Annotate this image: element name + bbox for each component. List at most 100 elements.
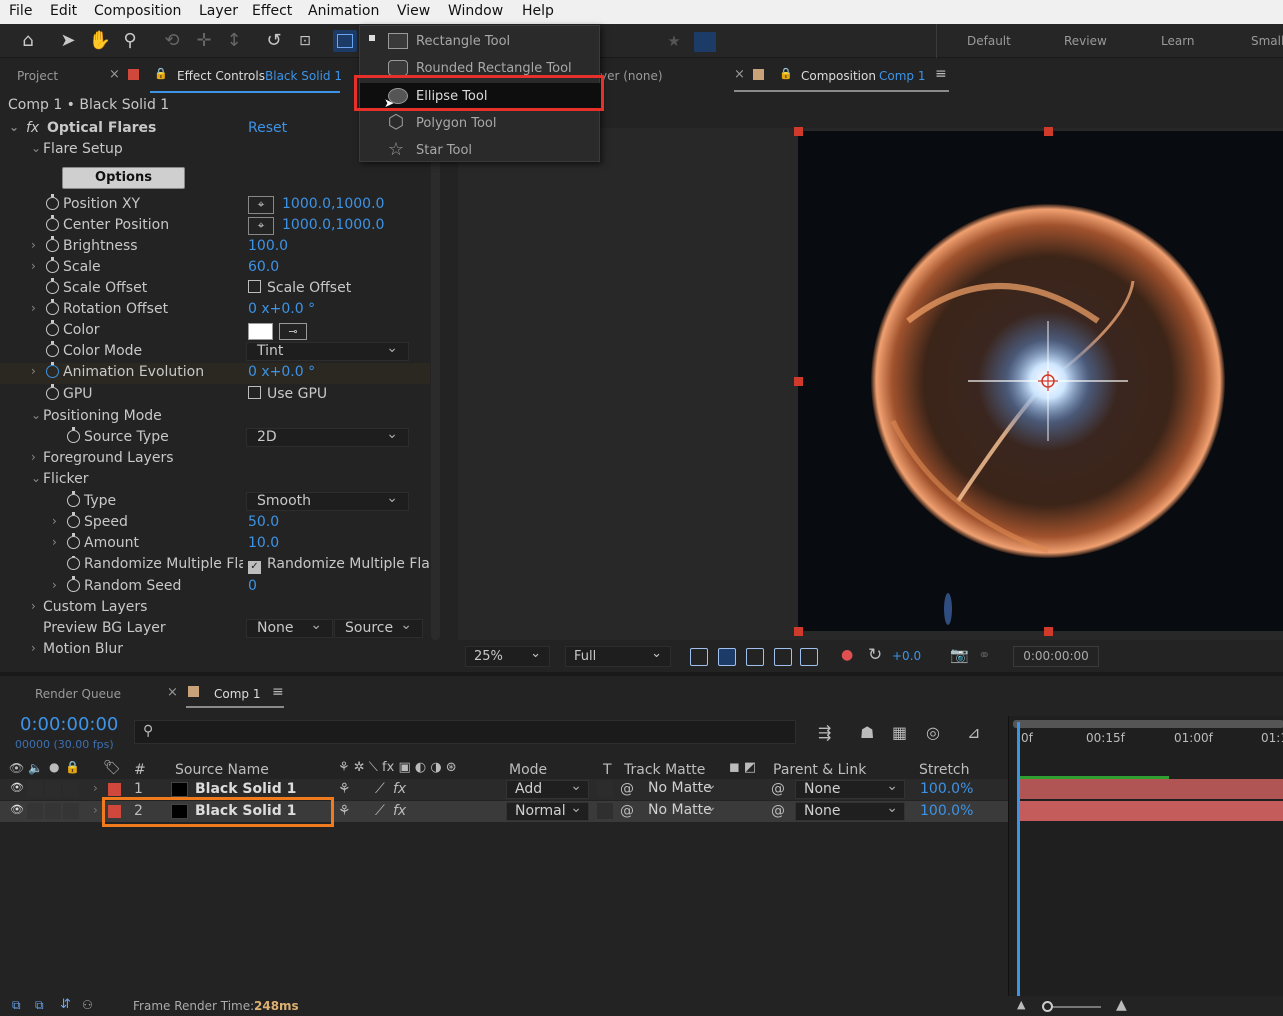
menu-effect[interactable]: Effect	[252, 3, 292, 19]
motion-blur-icon[interactable]: ◎	[926, 723, 940, 742]
group-positioning-mode[interactable]: ⌄ Positioning Mode	[0, 407, 430, 428]
chevron-right-icon[interactable]: ›	[52, 578, 57, 592]
effect-panel-scrollbar[interactable]	[431, 140, 440, 640]
eyedropper-icon[interactable]: ⊸	[279, 323, 307, 340]
scale-value[interactable]: 60.0	[248, 259, 279, 275]
layer-switches-icon[interactable]: ⧉	[12, 998, 21, 1013]
matte-link-icon[interactable]: @	[620, 803, 634, 819]
menu-layer[interactable]: Layer	[199, 3, 238, 19]
stretch-value[interactable]: 100.0%	[920, 781, 973, 797]
chevron-right-icon[interactable]: ›	[31, 364, 36, 378]
lock-toggle[interactable]	[63, 803, 79, 819]
shy-switch-icon[interactable]: ⚘	[338, 803, 351, 819]
mask-visibility-icon[interactable]	[746, 648, 764, 666]
stopwatch-icon[interactable]	[46, 299, 59, 315]
stopwatch-icon[interactable]	[46, 194, 59, 210]
close-icon[interactable]: ×	[734, 67, 745, 82]
work-area-bar[interactable]	[1013, 720, 1283, 728]
parent-dropdown[interactable]: None	[795, 778, 905, 799]
randomize-checkbox[interactable]: ✓	[248, 561, 261, 574]
stopwatch-icon[interactable]	[46, 320, 59, 336]
matte-link-icon[interactable]: @	[620, 781, 634, 797]
pan-camera-icon[interactable]: ✛	[192, 29, 216, 53]
home-icon[interactable]: ⌂	[16, 29, 40, 53]
reset-exposure-icon[interactable]: ↻	[868, 645, 882, 665]
quality-switch-icon[interactable]: ⟋	[375, 803, 385, 819]
menu-icon[interactable]: ≡	[935, 66, 947, 82]
audio-toggle[interactable]	[27, 803, 43, 819]
viewer-timecode[interactable]: 0:00:00:00	[1013, 646, 1099, 667]
speed-value[interactable]: 50.0	[248, 514, 279, 530]
close-icon[interactable]: ×	[109, 67, 120, 82]
chevron-down-icon[interactable]: ⌄	[9, 120, 19, 134]
menu-edit[interactable]: Edit	[50, 3, 77, 19]
chevron-right-icon[interactable]: ›	[31, 641, 36, 655]
shy-layers-icon[interactable]: ☗	[860, 723, 874, 742]
chevron-down-icon[interactable]: ⌄	[31, 471, 41, 485]
layer-bar[interactable]	[1019, 801, 1283, 821]
pickwhip-icon[interactable]: @	[771, 781, 785, 797]
menu-item-star-tool[interactable]: ☆ Star Tool	[360, 137, 601, 163]
stopwatch-icon[interactable]	[67, 533, 80, 549]
zoom-tool-icon[interactable]: ⚲	[118, 29, 142, 53]
chevron-right-icon[interactable]: ›	[31, 259, 36, 273]
stopwatch-active-icon[interactable]	[46, 362, 59, 378]
playhead[interactable]	[1017, 722, 1020, 1012]
chevron-right-icon[interactable]: ›	[52, 535, 57, 549]
transform-handle[interactable]	[794, 127, 803, 136]
hand-tool-icon[interactable]: ✋	[88, 29, 112, 53]
camera-snapshot-icon[interactable]: 📷	[950, 646, 969, 664]
solo-toggle[interactable]	[45, 781, 61, 797]
zoom-out-icon[interactable]: ▲	[1017, 998, 1025, 1011]
source-type-dropdown[interactable]: 2D	[246, 426, 409, 447]
preview-bg-source-dropdown[interactable]: Source	[334, 617, 423, 638]
transform-handle[interactable]	[1044, 127, 1053, 136]
shy-switch-icon[interactable]: ⚘	[338, 781, 351, 797]
zoom-dropdown[interactable]: 25%	[465, 644, 550, 667]
stopwatch-icon[interactable]	[46, 384, 59, 400]
stretch-value[interactable]: 100.0%	[920, 803, 973, 819]
menu-window[interactable]: Window	[448, 3, 503, 19]
zoom-in-icon[interactable]: ▲	[1116, 997, 1127, 1013]
random-seed-value[interactable]: 0	[248, 578, 257, 594]
composition-flowchart-icon[interactable]: ⇶	[818, 723, 831, 742]
menu-icon[interactable]: ≡	[272, 684, 284, 700]
color-swatch[interactable]	[248, 323, 273, 340]
scale-offset-checkbox[interactable]	[248, 280, 261, 293]
tab-effect-controls[interactable]: Effect Controls	[177, 69, 265, 83]
workspace-small[interactable]: Small	[1251, 34, 1283, 48]
fx-switch-icon[interactable]: fx	[393, 781, 406, 797]
current-time[interactable]: 0:00:00:00	[20, 714, 118, 735]
solo-toggle[interactable]	[45, 803, 61, 819]
menu-view[interactable]: View	[397, 3, 430, 19]
layer-search-input[interactable]: ⚲	[134, 720, 796, 744]
quality-switch-icon[interactable]: ⟋	[375, 781, 385, 797]
fast-previews-icon[interactable]	[690, 648, 708, 666]
lock-icon[interactable]: 🔒	[779, 67, 793, 80]
render-time-icon[interactable]: ⚇	[82, 998, 93, 1012]
group-custom-layers[interactable]: › Custom Layers	[0, 598, 430, 619]
timeline-track-area[interactable]: 0f 00:15f 01:00f 01:1	[1008, 716, 1283, 1016]
transfer-controls-icon[interactable]: ⧉	[35, 998, 44, 1013]
rotate-tool-icon[interactable]: ↺	[262, 29, 286, 53]
use-gpu-checkbox[interactable]	[248, 386, 261, 399]
chevron-right-icon[interactable]: ›	[31, 599, 36, 613]
tab-render-queue[interactable]: Render Queue	[35, 687, 121, 701]
in-out-icon[interactable]: ⇵	[60, 997, 71, 1012]
show-snapshot-icon[interactable]: ⚭	[978, 646, 991, 664]
group-motion-blur[interactable]: › Motion Blur	[0, 640, 430, 661]
layer-bar[interactable]	[1019, 779, 1283, 799]
options-button[interactable]: Options	[62, 167, 185, 189]
selection-tool-icon[interactable]: ➤	[56, 29, 80, 53]
composition-frame[interactable]	[798, 131, 1283, 631]
center-position-value[interactable]: 1000.0,1000.0	[282, 217, 384, 233]
menu-animation[interactable]: Animation	[308, 3, 379, 19]
group-foreground-layers[interactable]: › Foreground Layers	[0, 449, 430, 470]
column-source-name[interactable]: Source Name	[175, 762, 269, 778]
parent-dropdown[interactable]: None	[795, 800, 905, 821]
audio-toggle[interactable]	[27, 781, 43, 797]
pickwhip-icon[interactable]: @	[771, 803, 785, 819]
menu-composition[interactable]: Composition	[94, 3, 181, 19]
workspace-review[interactable]: Review	[1064, 34, 1107, 48]
orbit-camera-icon[interactable]: ⟲	[160, 29, 184, 53]
